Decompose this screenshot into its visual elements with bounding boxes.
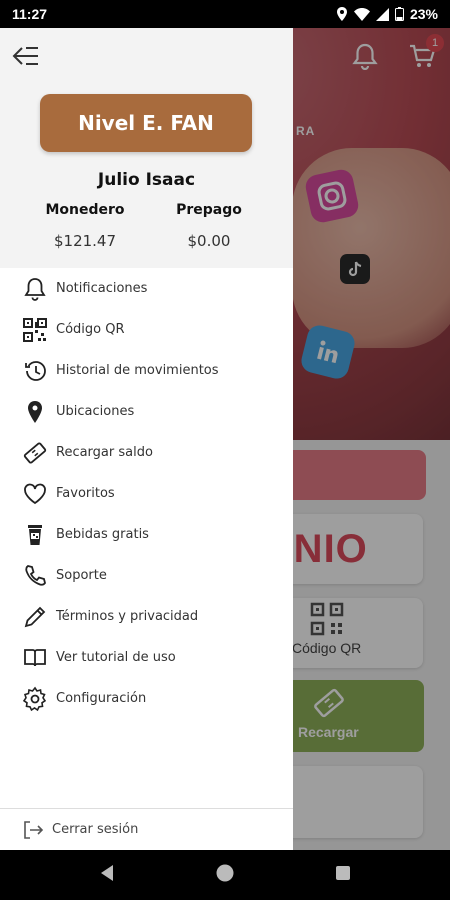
- nav-home-icon[interactable]: [215, 863, 235, 887]
- prepago-label: Prepago: [176, 202, 242, 218]
- menu-item-label: Código QR: [56, 322, 125, 337]
- menu-item-ubicaciones[interactable]: Ubicaciones: [0, 391, 293, 432]
- menu-item-label: Ver tutorial de uso: [56, 650, 176, 665]
- menu-item-historial[interactable]: Historial de movimientos: [0, 350, 293, 391]
- nav-back-icon[interactable]: [99, 864, 115, 886]
- menu-item-configuracion[interactable]: Configuración: [0, 678, 293, 719]
- ticket-icon: [23, 441, 47, 464]
- menu-item-label: Historial de movimientos: [56, 363, 219, 378]
- monedero-value: $121.47: [53, 232, 117, 250]
- status-time: 11:27: [12, 6, 48, 22]
- monedero-label: Monedero: [45, 202, 125, 218]
- prepago-balance: Prepago $0.00: [144, 202, 274, 250]
- battery-percent: 23%: [409, 6, 438, 22]
- book-icon: [24, 648, 46, 666]
- back-arrow-icon[interactable]: [12, 44, 40, 72]
- menu-item-tutorial[interactable]: Ver tutorial de uso: [0, 637, 293, 678]
- pencil-icon: [24, 606, 46, 627]
- menu-item-notificaciones[interactable]: Notificaciones: [0, 268, 293, 309]
- system-nav-bar: [0, 850, 450, 900]
- qr-icon: [23, 317, 47, 342]
- battery-icon: [394, 7, 404, 21]
- menu-item-bebidas-gratis[interactable]: Bebidas gratis: [0, 514, 293, 555]
- menu-item-recargar-saldo[interactable]: Recargar saldo: [0, 432, 293, 473]
- logout-label: Cerrar sesión: [52, 822, 139, 837]
- menu-item-label: Notificaciones: [56, 281, 148, 296]
- menu-item-terminos[interactable]: Términos y privacidad: [0, 596, 293, 637]
- menu-item-label: Ubicaciones: [56, 404, 135, 419]
- bell-icon: [24, 277, 46, 301]
- heart-icon: [24, 483, 46, 504]
- menu-item-favoritos[interactable]: Favoritos: [0, 473, 293, 514]
- menu-item-label: Recargar saldo: [56, 445, 153, 460]
- signal-icon: [375, 7, 389, 21]
- monedero-balance: Monedero $121.47: [20, 202, 150, 250]
- history-icon: [25, 360, 46, 381]
- menu-item-label: Términos y privacidad: [56, 609, 199, 624]
- nav-recents-icon[interactable]: [335, 865, 351, 885]
- menu-item-label: Favoritos: [56, 486, 115, 501]
- cup-icon: [28, 524, 42, 545]
- gear-icon: [22, 686, 47, 711]
- level-badge[interactable]: Nivel E. FAN: [40, 94, 252, 152]
- menu-item-label: Configuración: [56, 691, 147, 706]
- menu-item-label: Soporte: [56, 568, 107, 583]
- menu-item-soporte[interactable]: Soporte: [0, 555, 293, 596]
- location-icon: [336, 7, 348, 21]
- drawer-menu: Notificaciones Código QR Historial de mo…: [0, 268, 293, 719]
- menu-item-label: Bebidas gratis: [56, 527, 149, 542]
- logout-button[interactable]: Cerrar sesión: [0, 808, 293, 850]
- navigation-drawer: Nivel E. FAN Julio Isaac Monedero $121.4…: [0, 28, 293, 850]
- drawer-header: Nivel E. FAN Julio Isaac Monedero $121.4…: [0, 28, 293, 268]
- location-pin-icon: [28, 400, 42, 423]
- phone-icon: [25, 564, 46, 586]
- logout-icon: [24, 820, 44, 839]
- wifi-icon: [353, 7, 370, 21]
- prepago-value: $0.00: [187, 232, 231, 250]
- menu-item-codigo-qr[interactable]: Código QR: [0, 309, 293, 350]
- status-bar: 11:27 23%: [0, 0, 450, 28]
- user-name: Julio Isaac: [97, 170, 196, 190]
